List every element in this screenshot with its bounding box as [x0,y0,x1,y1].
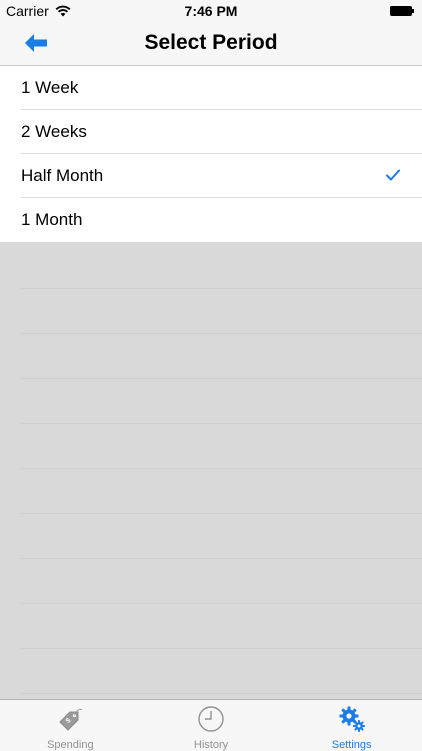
period-option-1-week[interactable]: 1 Week [0,66,422,110]
period-option-label: 1 Month [21,210,83,229]
empty-row-separator [21,603,422,604]
period-option-label: Half Month [21,166,104,185]
empty-list-area [0,244,422,699]
price-tag-icon: $ [59,708,83,731]
period-option-half-month[interactable]: Half Month [0,154,422,198]
period-option-1-month[interactable]: 1 Month [0,198,422,242]
empty-row-separator [21,693,422,694]
empty-row-separator [21,468,422,469]
empty-row-separator [21,378,422,379]
navigation-bar: Select Period [0,22,422,66]
tab-label: History [193,739,229,751]
checkmark-icon [386,169,400,181]
battery-icon [390,6,414,16]
period-list: 1 Week 2 Weeks Half Month 1 Month [0,66,422,242]
clock-icon [198,706,224,732]
tab-history[interactable]: History [141,700,282,751]
tab-bar: $ Spending History Settings [0,699,422,751]
status-bar: Carrier 7:46 PM [0,0,422,22]
empty-row-separator [21,423,422,424]
page-title: Select Period [144,31,278,54]
tab-spending[interactable]: $ Spending [0,700,141,751]
period-option-label: 1 Week [21,78,79,97]
empty-row-separator [21,648,422,649]
tab-label: Spending [47,739,94,751]
tab-label: Settings [331,739,372,751]
period-option-label: 2 Weeks [21,122,87,141]
empty-row-separator [21,513,422,514]
empty-row-separator [21,288,422,289]
tab-settings[interactable]: Settings [281,700,422,751]
empty-row-separator [21,558,422,559]
status-time: 7:46 PM [184,3,238,19]
period-option-2-weeks[interactable]: 2 Weeks [0,110,422,154]
gears-icon [339,706,365,732]
empty-row-separator [21,333,422,334]
